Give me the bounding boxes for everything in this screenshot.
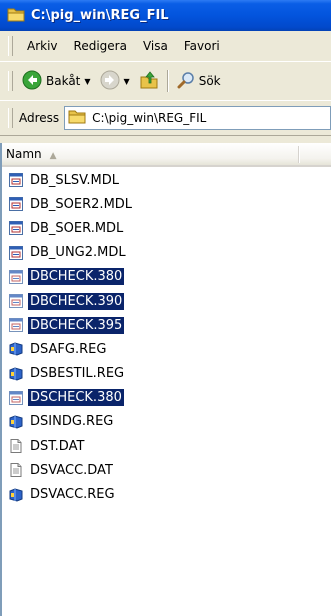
address-field[interactable]: C:\pig_win\REG_FIL	[64, 106, 331, 130]
file-row[interactable]: DBCHECK.380	[2, 265, 331, 289]
search-icon	[177, 71, 195, 92]
address-path: C:\pig_win\REG_FIL	[92, 111, 207, 125]
file-name: DBCHECK.390	[28, 292, 125, 310]
file-row[interactable]: DBCHECK.395	[2, 313, 331, 337]
explorer-window: C:\pig_win\REG_FIL Arkiv Redigera Visa F…	[0, 0, 331, 616]
forward-button[interactable]: ▼	[97, 68, 136, 94]
file-list[interactable]: Namn ▲ DB_SLSV.MDL DB_SOER2.MDL DB_SOER.MDL…	[0, 143, 331, 616]
file-rows: DB_SLSV.MDL DB_SOER2.MDL DB_SOER.MDL DB_UNG…	[2, 168, 331, 507]
mdl-file-icon	[8, 293, 24, 309]
bar-spacer	[0, 136, 331, 143]
toolbar: Bakåt ▼ ▼ Sök	[0, 62, 331, 101]
dat-file-icon	[8, 462, 24, 478]
toolbar-grip[interactable]	[8, 71, 13, 91]
reg-file-icon	[8, 414, 24, 430]
address-folder-icon	[68, 109, 86, 127]
file-name: DB_SOER2.MDL	[30, 196, 133, 212]
mdl-file-icon	[8, 317, 24, 333]
file-row[interactable]: DB_UNG2.MDL	[2, 241, 331, 265]
mdl-file-icon	[8, 196, 24, 212]
mdl-file-icon	[8, 220, 24, 236]
reg-file-icon	[8, 487, 24, 503]
toolbar-separator	[166, 70, 169, 92]
menu-redigera[interactable]: Redigera	[66, 39, 135, 53]
file-name: DSAFG.REG	[30, 341, 107, 357]
file-name: DSVACC.DAT	[30, 462, 113, 478]
file-name: DSVACC.REG	[30, 487, 115, 503]
back-button-label: Bakåt	[46, 74, 81, 88]
file-row[interactable]: DSVACC.DAT	[2, 458, 331, 482]
file-name: DSCHECK.380	[28, 389, 124, 407]
file-row[interactable]: DSCHECK.380	[2, 386, 331, 410]
file-row[interactable]: DST.DAT	[2, 434, 331, 458]
file-row[interactable]: DB_SLSV.MDL	[2, 168, 331, 192]
file-name: DB_SOER.MDL	[30, 220, 124, 236]
file-row[interactable]: DSBESTIL.REG	[2, 362, 331, 386]
file-name: DBCHECK.380	[28, 268, 125, 286]
back-dropdown-icon[interactable]: ▼	[84, 77, 90, 86]
reg-file-icon	[8, 341, 24, 357]
mdl-file-icon	[8, 269, 24, 285]
up-folder-button[interactable]	[136, 68, 162, 94]
file-row[interactable]: DB_SOER2.MDL	[2, 192, 331, 216]
file-name: DSINDG.REG	[30, 414, 114, 430]
forward-dropdown-icon[interactable]: ▼	[124, 77, 130, 86]
reg-file-icon	[8, 366, 24, 382]
menu-visa[interactable]: Visa	[135, 39, 176, 53]
file-row[interactable]: DB_SOER.MDL	[2, 216, 331, 240]
menu-arkiv[interactable]: Arkiv	[19, 39, 66, 53]
file-name: DST.DAT	[30, 438, 85, 454]
search-button[interactable]: Sök	[174, 68, 224, 94]
forward-arrow-icon	[100, 70, 120, 93]
folder-icon	[7, 7, 25, 25]
menu-favoriter[interactable]: Favori	[176, 39, 228, 53]
back-arrow-icon	[22, 70, 42, 93]
addressbar-grip[interactable]	[8, 108, 13, 128]
back-button[interactable]: Bakåt ▼	[19, 68, 97, 94]
column-divider[interactable]	[298, 146, 300, 163]
file-row[interactable]: DSINDG.REG	[2, 410, 331, 434]
column-name-label: Namn	[6, 147, 42, 161]
up-folder-icon	[139, 70, 159, 93]
column-header-name[interactable]: Namn ▲	[2, 143, 331, 167]
file-name: DB_SLSV.MDL	[30, 172, 119, 188]
mdl-file-icon	[8, 390, 24, 406]
menu-bar: Arkiv Redigera Visa Favori	[0, 31, 331, 62]
title-bar[interactable]: C:\pig_win\REG_FIL	[0, 0, 331, 31]
mdl-file-icon	[8, 172, 24, 188]
mdl-file-icon	[8, 245, 24, 261]
file-name: DB_UNG2.MDL	[30, 245, 126, 261]
file-name: DBCHECK.395	[28, 316, 125, 334]
dat-file-icon	[8, 438, 24, 454]
file-row[interactable]: DSVACC.REG	[2, 482, 331, 506]
menubar-grip[interactable]	[8, 36, 13, 56]
file-row[interactable]: DSAFG.REG	[2, 337, 331, 361]
file-row[interactable]: DBCHECK.390	[2, 289, 331, 313]
address-bar: Adress C:\pig_win\REG_FIL	[0, 101, 331, 136]
window-title: C:\pig_win\REG_FIL	[31, 8, 169, 23]
address-label: Adress	[19, 111, 60, 125]
file-name: DSBESTIL.REG	[30, 366, 125, 382]
search-button-label: Sök	[198, 74, 221, 88]
sort-ascending-icon: ▲	[49, 151, 57, 161]
